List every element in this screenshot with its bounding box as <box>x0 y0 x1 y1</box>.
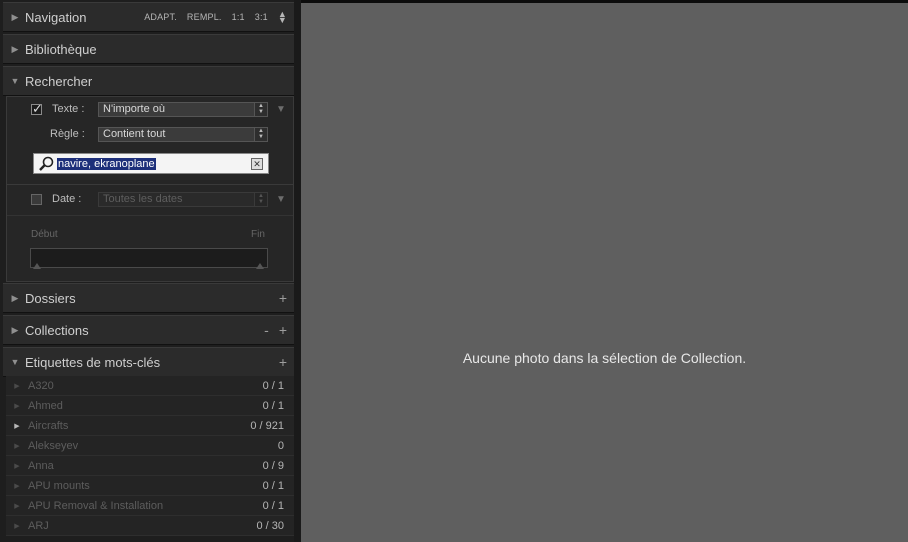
keyword-name: Aircrafts <box>28 419 69 432</box>
search-input[interactable]: navire, ekranoplane ✕ <box>33 153 269 174</box>
keyword-count: 0 / 9 <box>262 459 284 472</box>
date-select[interactable]: Toutes les dates ▲ ▼ <box>98 192 268 207</box>
keyword-triangle-icon: ▶ <box>14 402 20 410</box>
date-filter-label: Date : <box>52 193 82 205</box>
text-scope-value: N'importe où <box>103 103 166 115</box>
add-collection-icon[interactable]: + <box>279 322 287 338</box>
clear-search-icon[interactable]: ✕ <box>251 158 263 170</box>
keyword-count: 0 / 1 <box>262 479 284 492</box>
keyword-name: Ahmed <box>28 399 63 412</box>
keyword-name: Anna <box>28 459 54 472</box>
keyword-count: 0 / 1 <box>262 399 284 412</box>
zoom-fit-option[interactable]: ADAPT. <box>144 12 177 22</box>
keyword-row[interactable]: ▶ Aircrafts 0 / 921 <box>6 416 294 436</box>
keyword-row[interactable]: ▶ A320 0 / 1 <box>6 376 294 396</box>
zoom-fill-option[interactable]: REMPL. <box>187 12 222 22</box>
keyword-name: APU Removal & Installation <box>28 499 164 512</box>
search-icon <box>39 156 54 171</box>
range-end-handle[interactable] <box>256 263 264 269</box>
content-area[interactable]: Aucune photo dans la sélection de Collec… <box>301 0 908 542</box>
text-scope-select[interactable]: N'importe où ▲ ▼ <box>98 102 268 117</box>
keyword-row[interactable]: ▶ Alekseyev 0 <box>6 436 294 456</box>
rule-value: Contient tout <box>103 128 166 140</box>
keyword-name: APU mounts <box>28 479 90 492</box>
divider <box>7 184 293 185</box>
add-folder-icon[interactable]: + <box>279 290 287 306</box>
end-label: Fin <box>251 229 265 240</box>
keyword-name: ARJ <box>28 519 49 532</box>
select-arrows-icon: ▲ ▼ <box>254 103 267 116</box>
navigator-header[interactable]: ▶ Navigation ADAPT. REMPL. 1:1 3:1 ▲ ▼ <box>3 2 295 32</box>
left-panel: ▶ Navigation ADAPT. REMPL. 1:1 3:1 ▲ ▼ ▶ … <box>0 0 300 542</box>
section-title: Dossiers <box>25 290 76 306</box>
keyword-count: 0 / 1 <box>262 499 284 512</box>
section-title: Collections <box>25 322 89 338</box>
keyword-count: 0 <box>277 439 284 452</box>
search-query: navire, ekranoplane <box>57 158 156 170</box>
keyword-row[interactable]: ▶ ARJ 0 / 30 <box>6 516 294 536</box>
keyword-count: 0 / 30 <box>256 519 284 532</box>
keyword-triangle-icon: ▶ <box>14 462 20 470</box>
keyword-expand-icon[interactable]: ▶ <box>6 422 28 430</box>
keyword-triangle-icon: ▶ <box>14 482 20 490</box>
keyword-name: Alekseyev <box>28 439 79 452</box>
keyword-row[interactable]: ▶ APU Removal & Installation 0 / 1 <box>6 496 294 516</box>
text-filter-checkbox[interactable] <box>31 101 43 117</box>
remove-collection-icon[interactable]: - <box>264 322 269 338</box>
keyword-row[interactable]: ▶ Anna 0 / 9 <box>6 456 294 476</box>
keyword-triangle-icon: ▶ <box>14 382 20 390</box>
rechercher-header[interactable]: ▼ Rechercher <box>3 66 295 96</box>
divider <box>7 215 293 216</box>
navigator-title: Navigation <box>25 9 87 25</box>
panel-scrollbar-edge <box>294 0 300 542</box>
zoom-1to1-option[interactable]: 1:1 <box>232 12 245 22</box>
date-value: Toutes les dates <box>103 193 183 205</box>
expand-triangle-icon[interactable]: ▶ <box>5 44 25 55</box>
keyword-triangle-icon: ▶ <box>14 522 20 530</box>
zoom-3to1-option[interactable]: 3:1 <box>255 12 268 22</box>
collections-header[interactable]: ▶ Collections - + <box>3 315 295 345</box>
keyword-row[interactable]: ▶ Ahmed 0 / 1 <box>6 396 294 416</box>
select-arrows-icon: ▲ ▼ <box>254 128 267 141</box>
section-title: Etiquettes de mots-clés <box>25 354 161 370</box>
keyword-row[interactable]: ▶ APU mounts 0 / 1 <box>6 476 294 496</box>
expand-triangle-icon[interactable]: ▶ <box>5 12 25 23</box>
keywords-header[interactable]: ▼ Etiquettes de mots-clés + <box>3 347 295 377</box>
rule-label: Règle : <box>50 128 85 140</box>
keyword-count: 0 / 1 <box>262 379 284 392</box>
add-keyword-icon[interactable]: + <box>279 354 287 370</box>
date-range-slider[interactable] <box>30 248 268 268</box>
options-triangle-icon[interactable]: ▼ <box>276 194 286 205</box>
expand-triangle-icon[interactable]: ▶ <box>5 325 25 336</box>
keyword-triangle-icon: ▶ <box>14 502 20 510</box>
keyword-count: 0 / 921 <box>250 419 284 432</box>
text-filter-label: Texte : <box>52 103 85 115</box>
bibliotheque-header[interactable]: ▶ Bibliothèque <box>3 34 295 64</box>
select-arrows-icon: ▲ ▼ <box>254 193 267 206</box>
start-label: Début <box>31 229 58 240</box>
collapse-triangle-icon[interactable]: ▼ <box>5 76 25 86</box>
section-title: Rechercher <box>25 73 93 89</box>
section-title: Bibliothèque <box>25 41 97 57</box>
expand-triangle-icon[interactable]: ▶ <box>5 293 25 304</box>
empty-collection-message: Aucune photo dans la sélection de Collec… <box>462 350 747 366</box>
date-filter-checkbox[interactable] <box>31 193 42 205</box>
keyword-name: A320 <box>28 379 54 392</box>
collapse-triangle-icon[interactable]: ▼ <box>5 357 25 367</box>
dossiers-header[interactable]: ▶ Dossiers + <box>3 283 295 313</box>
rule-select[interactable]: Contient tout ▲ ▼ <box>98 127 268 142</box>
options-triangle-icon[interactable]: ▼ <box>276 104 286 115</box>
range-start-handle[interactable] <box>33 263 41 269</box>
zoom-stepper-icon[interactable]: ▲ ▼ <box>278 10 287 25</box>
keyword-triangle-icon: ▶ <box>14 442 20 450</box>
